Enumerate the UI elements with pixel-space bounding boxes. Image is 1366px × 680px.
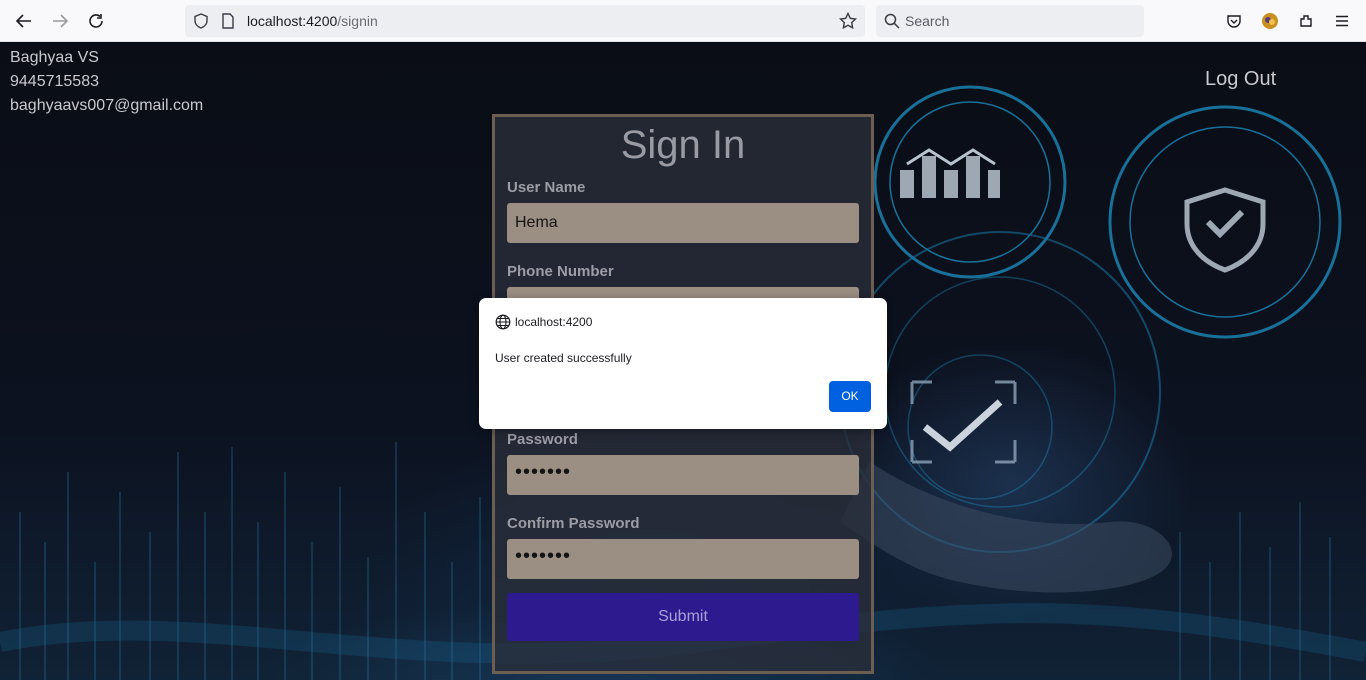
user-phone: 9445715583 <box>10 73 99 90</box>
username-input[interactable]: Hema <box>507 203 859 243</box>
username-label: User Name <box>507 179 586 196</box>
extensions-icon[interactable] <box>1292 7 1320 35</box>
account-avatar-icon[interactable] <box>1256 7 1284 35</box>
confirm-password-label: Confirm Password <box>507 515 640 532</box>
page-icon <box>221 13 235 34</box>
shield-icon[interactable] <box>193 13 209 34</box>
dialog-message: User created successfully <box>495 351 632 365</box>
address-bar[interactable]: localhost:4200/signin <box>185 5 865 37</box>
dialog-origin: localhost:4200 <box>515 315 593 329</box>
url-host: localhost:4200 <box>247 13 338 29</box>
forward-icon[interactable] <box>46 7 74 35</box>
menu-hamburger-icon[interactable] <box>1328 7 1356 35</box>
logout-link[interactable]: Log Out <box>1205 68 1276 91</box>
globe-icon <box>495 314 511 335</box>
phone-label: Phone Number <box>507 263 614 280</box>
browser-toolbar: localhost:4200/signin Search <box>0 0 1366 42</box>
user-name: Baghyaa VS <box>10 49 99 66</box>
password-label: Password <box>507 431 578 448</box>
url-text[interactable]: localhost:4200/signin <box>247 13 378 29</box>
url-path: /signin <box>337 13 378 29</box>
bookmark-star-icon[interactable] <box>838 11 858 35</box>
alert-dialog: localhost:4200 User created successfully… <box>479 298 887 429</box>
user-info: Baghyaa VS 9445715583 baghyaavs007@gmail… <box>10 46 203 118</box>
back-icon[interactable] <box>10 7 38 35</box>
ok-button[interactable]: OK <box>829 381 871 412</box>
search-bar[interactable]: Search <box>876 5 1144 37</box>
pocket-icon[interactable] <box>1220 7 1248 35</box>
confirm-password-input[interactable]: ••••••• <box>507 539 859 579</box>
search-placeholder: Search <box>905 13 950 29</box>
user-email: baghyaavs007@gmail.com <box>10 97 204 114</box>
submit-button[interactable]: Submit <box>507 593 859 641</box>
search-icon <box>884 13 900 34</box>
page-title: Sign In <box>620 123 746 167</box>
password-input[interactable]: ••••••• <box>507 455 859 495</box>
reload-icon[interactable] <box>82 7 110 35</box>
